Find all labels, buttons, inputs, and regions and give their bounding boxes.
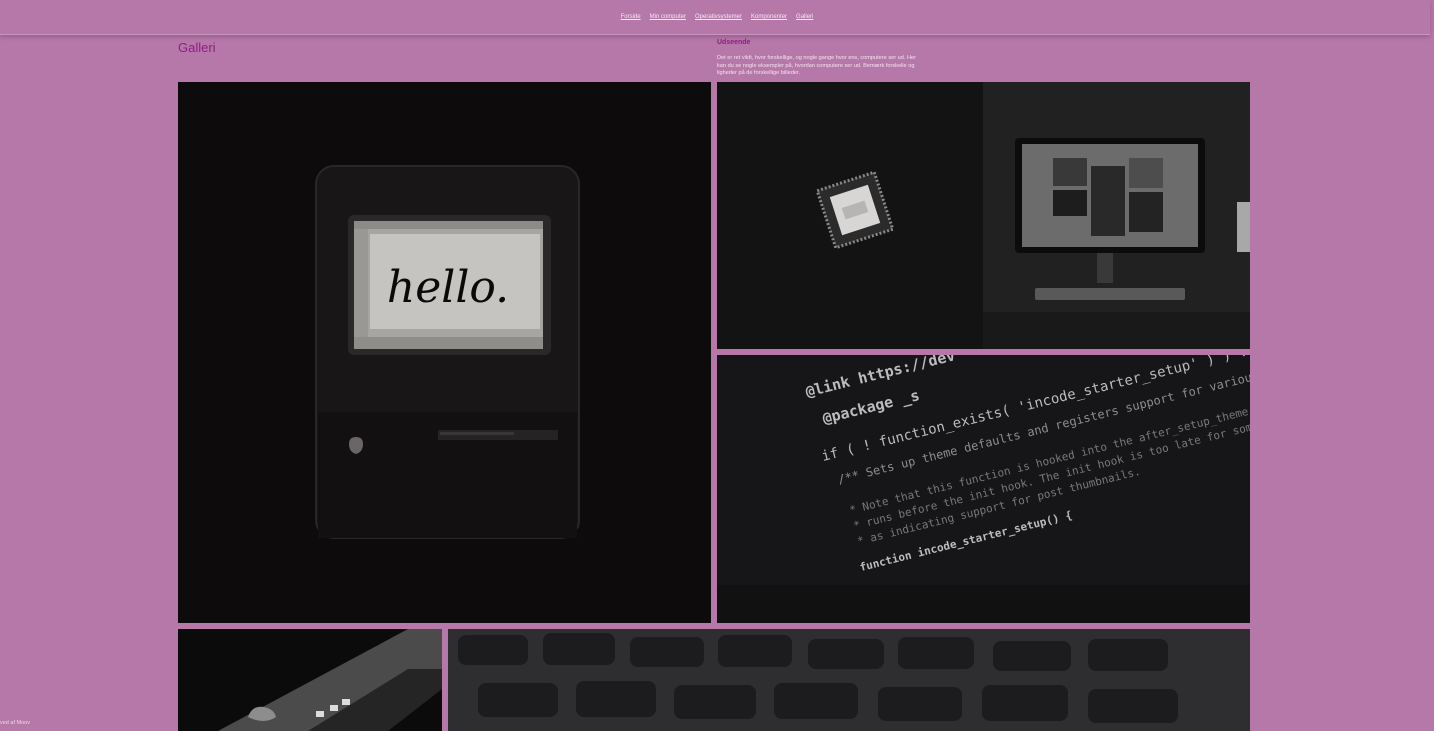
section-heading: Udseende [717, 39, 751, 46]
main-nav: Forside Min computer Operativsystemer Ko… [0, 14, 1434, 20]
gallery-image-keyboard[interactable] [448, 629, 1250, 731]
code-screen-illustration: @link https://dev @package _s if ( ! fun… [717, 355, 1250, 623]
footer-credit: ved af Moov [0, 720, 30, 726]
section-description: Det er ret vildt, hvor forskellige, og n… [717, 55, 916, 77]
gallery-image-vintage-mac[interactable]: hello. [178, 82, 711, 623]
nav-link-forside[interactable]: Forside [621, 14, 641, 20]
keyboard-illustration [448, 629, 1250, 731]
vintage-mac-illustration: hello. [178, 82, 711, 623]
nav-link-min-computer[interactable]: Min computer [650, 14, 686, 20]
gallery-image-macbook-corner[interactable] [178, 629, 442, 731]
mac-screen-text: hello. [387, 262, 509, 313]
top-navigation-bar: Forside Min computer Operativsystemer Ko… [0, 0, 1430, 35]
chip-and-monitor-illustration [717, 82, 1250, 349]
page-title: Galleri [178, 40, 216, 55]
macbook-corner-illustration [178, 629, 442, 731]
nav-link-galleri[interactable]: Galleri [796, 14, 813, 20]
page: Forside Min computer Operativsystemer Ko… [0, 0, 1434, 731]
nav-link-operativsystemer[interactable]: Operativsystemer [695, 14, 742, 20]
gallery-image-code-screen[interactable]: @link https://dev @package _s if ( ! fun… [717, 355, 1250, 623]
nav-link-komponenter[interactable]: Komponenter [751, 14, 787, 20]
gallery-image-chip-and-monitor[interactable] [717, 82, 1250, 349]
